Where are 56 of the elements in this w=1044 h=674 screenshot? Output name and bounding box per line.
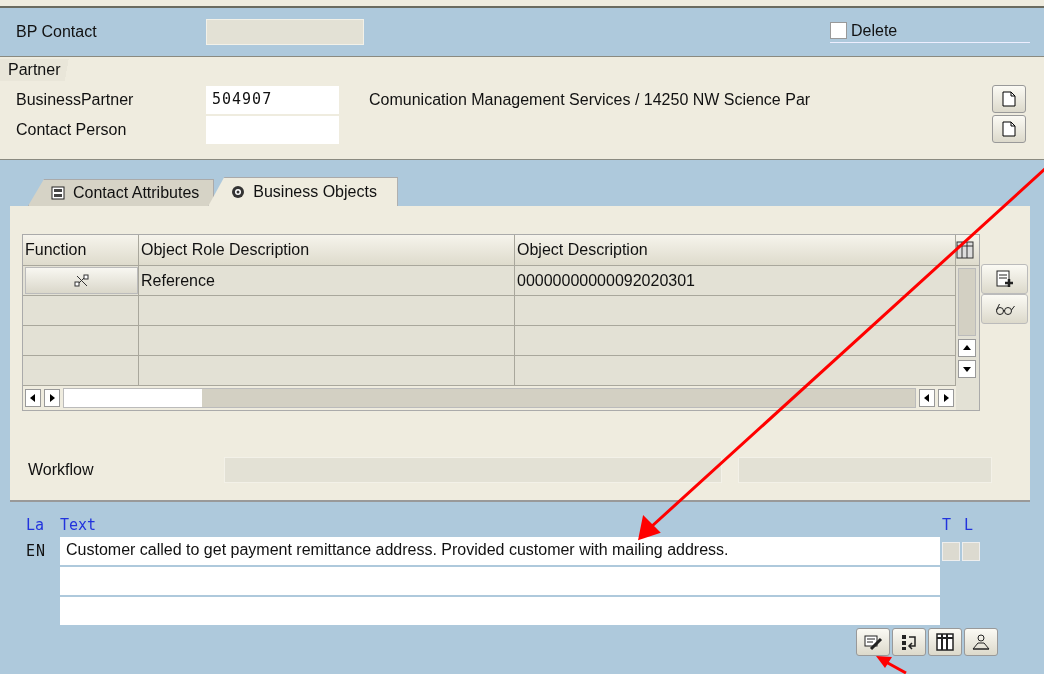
checkbox[interactable] [962,541,980,561]
tab[interactable]: Business Objects [208,177,398,206]
person-icon [971,633,991,651]
bp-contact-field[interactable] [206,19,364,45]
display-button[interactable] [981,294,1028,324]
add-row-icon [994,269,1015,289]
document-icon [1002,91,1016,107]
scroll-up-icon[interactable] [958,339,976,357]
function-button[interactable] [25,267,138,294]
form-icon [51,186,65,200]
language-code: EN [26,542,47,560]
column-header: T [942,516,953,534]
person-button[interactable] [964,628,998,656]
field-label: Workflow [27,461,95,479]
list-button[interactable] [892,628,926,656]
table-button[interactable] [928,628,962,656]
edit-button[interactable] [856,628,890,656]
edit-icon [863,633,883,651]
field-label: BP Contact [16,23,98,41]
list-icon [899,633,919,651]
column-header[interactable]: Function [23,235,139,265]
insert-row-button[interactable] [981,264,1028,294]
text-field[interactable] [60,567,940,595]
tab[interactable]: Contact Attributes [28,179,215,206]
scroll-left-icon[interactable] [919,389,935,407]
scroll-right-icon[interactable] [938,389,954,407]
input-field[interactable]: 504907 [206,86,339,114]
horizontal-scrollbar[interactable] [63,388,916,408]
workflow-field[interactable] [224,457,722,483]
field-label: Contact Person [16,121,128,139]
text-field[interactable]: Customer called to get payment remittance address. Provided customer with mailing address. [60,537,940,565]
scroll-right-icon[interactable] [44,389,60,407]
document-icon [1002,121,1016,137]
text-field[interactable] [60,597,940,625]
ring-icon [231,185,246,199]
glasses-icon [993,301,1016,317]
delete-label: Delete [851,21,898,40]
column-header: La [26,516,46,534]
annotation-arrow [876,656,907,674]
input-field[interactable] [206,116,339,144]
table-cell: Reference [141,271,215,290]
scroll-down-icon[interactable] [958,360,976,378]
vertical-scrollbar[interactable] [958,268,976,336]
delete-checkbox[interactable] [830,22,847,39]
scroll-left-icon[interactable] [25,389,41,407]
checkbox[interactable] [942,541,960,561]
column-header: L [964,516,974,534]
table-cell: 00000000000092020301 [517,271,695,290]
document-button[interactable] [992,85,1026,113]
field-label: BusinessPartner [16,91,135,109]
partner-description: Comunication Management Services / 14250 NW Science Par [369,91,811,109]
link-icon [73,273,90,288]
document-button[interactable] [992,115,1026,143]
table-icon [935,633,955,651]
column-header[interactable]: Object Role Description [139,235,515,265]
column-header: Text [60,516,98,534]
